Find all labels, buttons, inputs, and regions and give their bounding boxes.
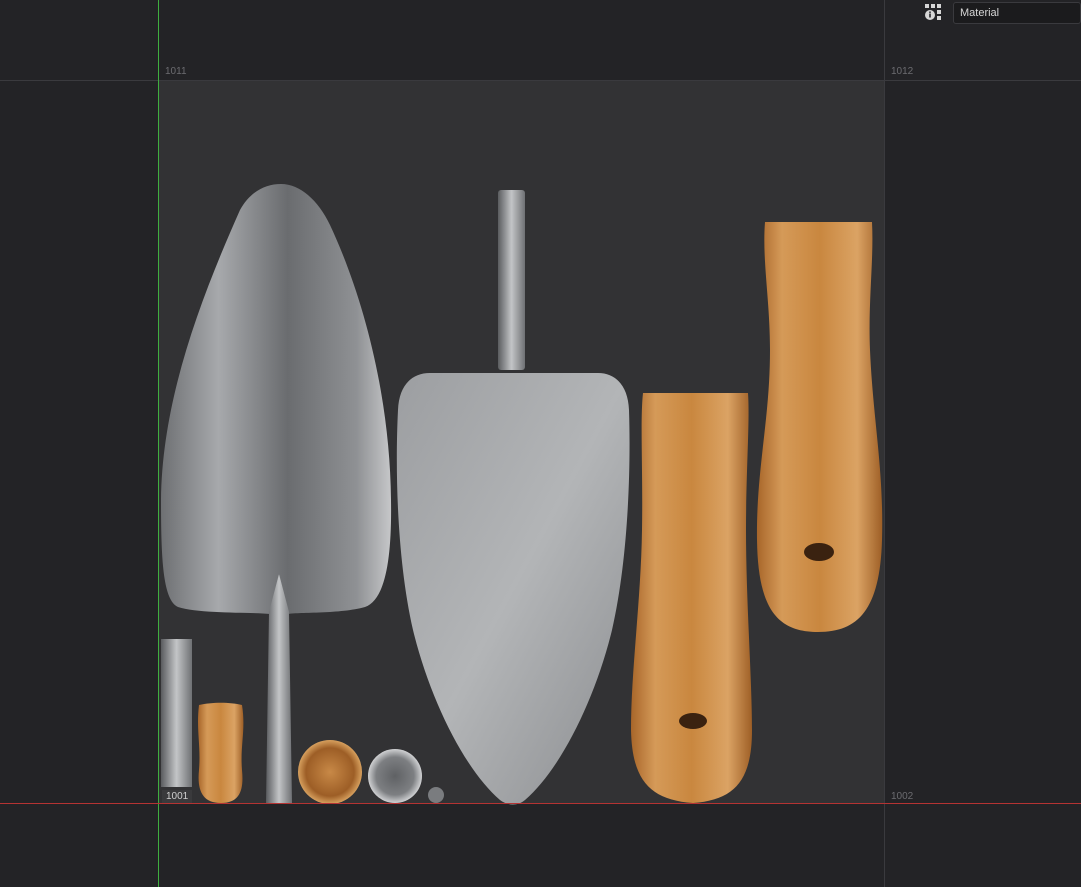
uv-island-trowel-blade-front[interactable] bbox=[396, 190, 630, 805]
uv-island-ferrule-cap[interactable] bbox=[368, 749, 422, 803]
u-axis-line bbox=[0, 803, 1081, 804]
uv-island-trowel-blade-back[interactable] bbox=[161, 184, 392, 614]
uv-island-handle-front[interactable] bbox=[631, 393, 752, 803]
uv-island-rivet-cap[interactable] bbox=[428, 787, 444, 803]
uv-island-handle-back[interactable] bbox=[756, 222, 883, 632]
uv-island-handle-end-strip[interactable] bbox=[198, 702, 244, 803]
v-axis-line bbox=[158, 0, 159, 887]
tile-label-1001: 1001 bbox=[162, 790, 193, 803]
uv-info-grid-icon[interactable] bbox=[924, 3, 942, 21]
tile-label-1002: 1002 bbox=[891, 791, 914, 802]
uv-viewport[interactable] bbox=[0, 0, 1081, 887]
material-dropdown[interactable]: Material bbox=[953, 2, 1081, 24]
tile-label-1012: 1012 bbox=[891, 66, 914, 77]
tile-label-1011: 1011 bbox=[165, 66, 187, 77]
uv-island-ferrule-strip[interactable] bbox=[161, 639, 192, 787]
uv-island-handle-cap[interactable] bbox=[298, 740, 362, 804]
